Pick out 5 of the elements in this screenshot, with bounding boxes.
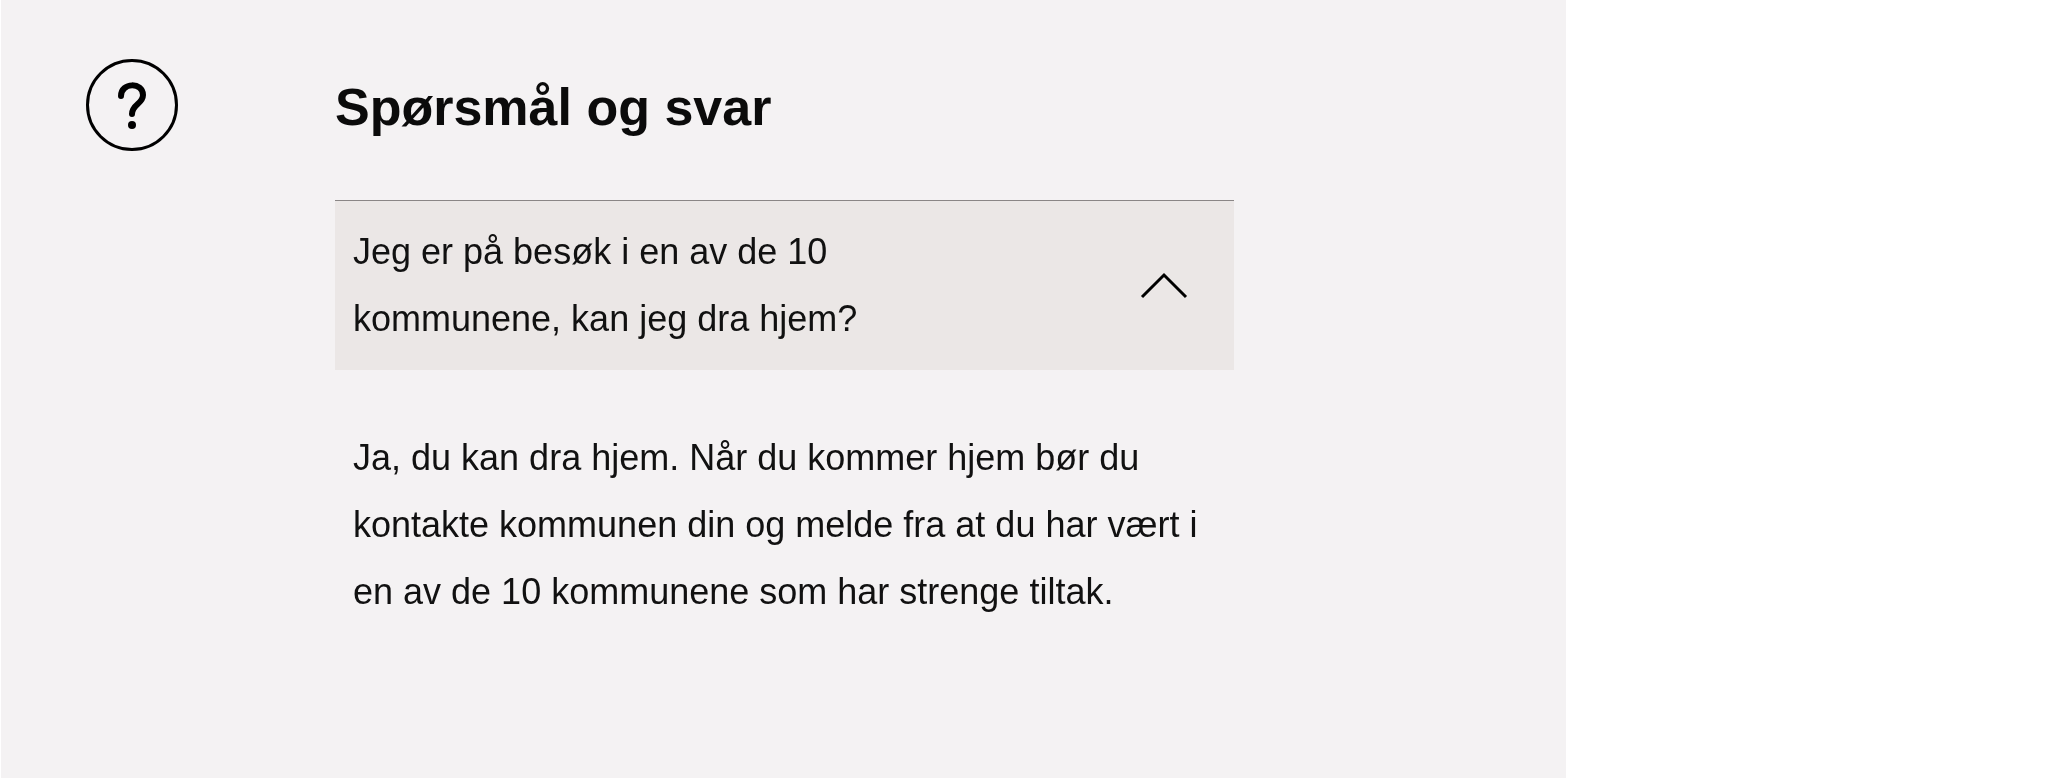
chevron-up-icon	[1140, 271, 1188, 300]
section-title: Spørsmål og svar	[335, 78, 773, 138]
help-icon	[85, 58, 179, 152]
accordion-header[interactable]: Jeg er på besøk i en av de 10 kommunene, kan jeg dra hjem?	[335, 199, 1234, 370]
answer-text: Ja, du kan dra hjem. Når du kommer hjem bør du kontakte kommunen din og melde fra at du har vært i en av de 10 kommunene som har strenge tiltak.	[352, 435, 1199, 614]
